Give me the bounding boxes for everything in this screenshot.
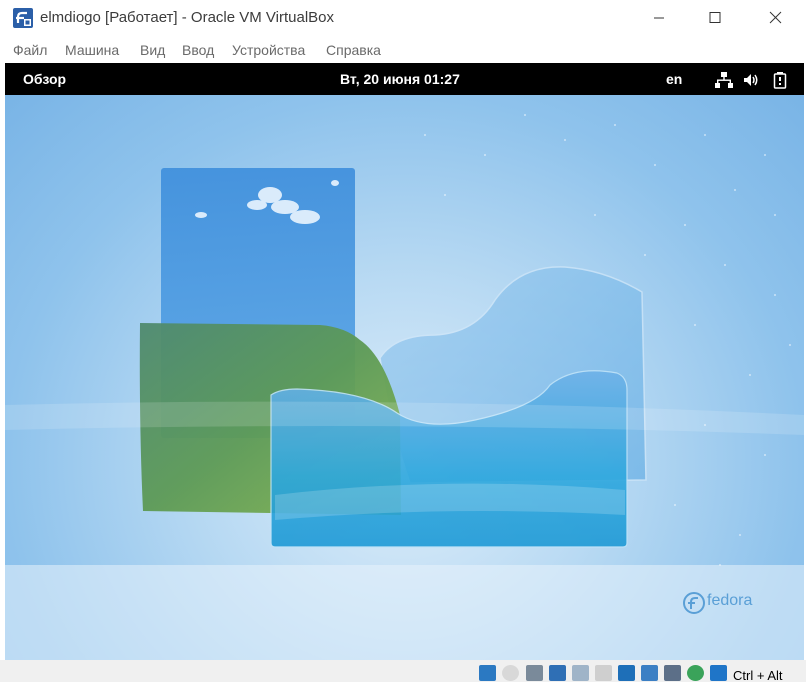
- keyboard-layout[interactable]: en: [666, 71, 682, 87]
- fedora-desktop-wallpaper[interactable]: fedora: [5, 95, 804, 660]
- window-titlebar: elmdiogo [Работает] - Oracle VM VirtualB…: [0, 0, 806, 36]
- maximize-button[interactable]: [692, 0, 738, 36]
- recording-icon[interactable]: [641, 665, 658, 681]
- menu-input[interactable]: Ввод: [182, 42, 214, 58]
- host-key-arrow-icon[interactable]: [710, 665, 727, 681]
- menu-file[interactable]: Файл: [13, 42, 47, 58]
- menu-help[interactable]: Справка: [326, 42, 381, 58]
- activities-button[interactable]: Обзор: [23, 71, 66, 87]
- fedora-logo-icon: [683, 592, 705, 614]
- fedora-logo-text: fedora: [707, 592, 753, 609]
- optical-drive-icon[interactable]: [502, 665, 519, 681]
- display-icon[interactable]: [618, 665, 635, 681]
- audio-icon[interactable]: [526, 665, 543, 681]
- cpu-virt-icon[interactable]: [664, 665, 681, 681]
- menu-devices[interactable]: Устройства: [232, 42, 305, 58]
- battery-icon[interactable]: [771, 71, 789, 89]
- fedora-logo: fedora: [683, 592, 752, 614]
- clock[interactable]: Вт, 20 июня 01:27: [340, 71, 460, 87]
- menu-machine[interactable]: Машина: [65, 42, 119, 58]
- network-adapter-icon[interactable]: [549, 665, 566, 681]
- mouse-integration-icon[interactable]: [687, 665, 704, 681]
- volume-icon[interactable]: [742, 71, 760, 89]
- virtualbox-status-bar: Ctrl + Alt: [0, 660, 806, 682]
- host-key-label: Ctrl + Alt: [733, 668, 783, 682]
- network-icon[interactable]: [715, 71, 733, 89]
- virtualbox-app-icon: [13, 8, 33, 28]
- wallpaper-art: [5, 114, 804, 660]
- window-title: elmdiogo [Работает] - Oracle VM VirtualB…: [40, 9, 335, 26]
- gnome-top-bar: Обзор Вт, 20 июня 01:27 en: [5, 63, 804, 95]
- usb-icon[interactable]: [572, 665, 589, 681]
- disk-icon[interactable]: [479, 665, 496, 681]
- close-button[interactable]: [752, 0, 798, 36]
- menu-view[interactable]: Вид: [140, 42, 165, 58]
- shared-folder-icon[interactable]: [595, 665, 612, 681]
- vm-display[interactable]: Обзор Вт, 20 июня 01:27 en fedora: [5, 63, 804, 660]
- minimize-button[interactable]: [636, 0, 682, 36]
- menu-bar: Файл Машина Вид Ввод Устройства Справка: [0, 36, 806, 63]
